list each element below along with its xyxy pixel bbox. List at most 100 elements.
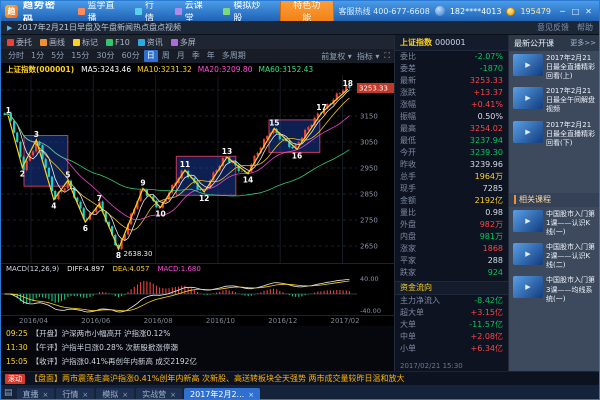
svg-text:15: 15 xyxy=(269,119,279,128)
flow-row-4: 中单+2.08亿 xyxy=(395,331,508,343)
bottom-tab-1[interactable]: 直播× xyxy=(17,388,55,400)
period-30分[interactable]: 30分 xyxy=(93,50,117,62)
user-avatar-icon[interactable] xyxy=(435,6,445,16)
svg-text:7: 7 xyxy=(97,194,102,203)
nav-item-4[interactable]: 模拟炒股 xyxy=(217,1,275,21)
nav-item-3[interactable]: 云课堂 xyxy=(169,1,218,21)
macd-diff: DIFF:4.897 xyxy=(67,265,104,273)
tab-close-icon[interactable]: × xyxy=(43,391,49,399)
quote-value: 3254.02 xyxy=(470,123,503,135)
tab-close-icon[interactable]: × xyxy=(170,391,176,399)
macd-chart[interactable]: 40.00-40.00 xyxy=(1,273,394,315)
home-icon[interactable]: ▤ xyxy=(4,388,13,398)
svg-text:2650: 2650 xyxy=(360,243,378,251)
macd-histogram[interactable]: 40.00-40.00 xyxy=(1,273,395,315)
quote-symbol-name: 上证指数 xyxy=(400,37,432,48)
nav-item-1[interactable]: 监学直播 xyxy=(72,1,130,21)
tab-close-icon[interactable]: × xyxy=(82,391,88,399)
period-60分[interactable]: 60分 xyxy=(119,50,143,62)
tab-close-icon[interactable]: × xyxy=(122,391,128,399)
quote-row-4: 涨跌+13.37 xyxy=(395,87,508,99)
latest-video-2[interactable]: ▶2017年2月21日最全午间解盘视频 xyxy=(509,84,600,117)
quote-label: 委比 xyxy=(400,51,416,63)
flow-value: +2.08亿 xyxy=(470,331,503,343)
news-time: 11:30 xyxy=(6,341,28,355)
minimize-icon[interactable]: ─ xyxy=(556,7,569,16)
play-icon: ▶ xyxy=(525,283,530,291)
related-video-2[interactable]: ▶中国股市入门第2课——认识K线(二) xyxy=(509,240,600,273)
app-logo-icon: 趋 xyxy=(5,5,18,18)
svg-text:11: 11 xyxy=(180,160,190,169)
tab-close-icon[interactable]: × xyxy=(248,391,254,399)
quote-header: 上证指数 000001 xyxy=(395,35,508,51)
flow-value: +3.15亿 xyxy=(470,307,503,319)
period-分时[interactable]: 分时 xyxy=(5,50,27,62)
latest-video-3[interactable]: ▶2017年2月21日最全直播精彩回看(下) xyxy=(509,118,600,151)
maximize-icon[interactable]: □ xyxy=(569,7,582,16)
subbar-link-2[interactable]: 帮助 xyxy=(577,22,593,33)
tool-label: 画线 xyxy=(49,37,65,48)
tool-1[interactable]: 委托 xyxy=(7,37,32,48)
period-多周期[interactable]: 多周期 xyxy=(219,50,249,62)
main-nav: 监学直播行情云课堂模拟炒股 xyxy=(72,1,275,21)
video-thumbnail: ▶ xyxy=(513,121,543,143)
close-icon[interactable]: ✕ xyxy=(582,7,595,16)
period-1分[interactable]: 1分 xyxy=(28,50,47,62)
period-toolbar: 分时1分5分15分30分60分日周月季年多周期 前复权 ▾ 指标 ▾ ⛶ xyxy=(1,49,394,63)
period-周[interactable]: 周 xyxy=(159,50,173,62)
subbar-link-1[interactable]: 意见反馈 xyxy=(537,22,569,33)
related-header: 相关课程 xyxy=(509,193,600,207)
quote-value: -2.07% xyxy=(475,51,503,63)
tool-2[interactable]: 画线 xyxy=(40,37,65,48)
username[interactable]: 182****4013 xyxy=(450,7,502,16)
related-video-3[interactable]: ▶中国股市入门第3课——均线系统(一) xyxy=(509,273,600,306)
tab-label: 行情 xyxy=(62,389,78,400)
svg-text:3050: 3050 xyxy=(360,139,378,147)
chart-control-1[interactable]: 前复权 ▾ xyxy=(321,51,352,62)
latest-video-1[interactable]: ▶2017年2月21日最全直播精彩回看(上) xyxy=(509,51,600,84)
macd-header: MACD(12,26,9) DIFF:4.897 DEA:4.057 MACD:… xyxy=(1,263,394,273)
news-text: 【收评】沪指涨0.41%再创年内新高 成交2192亿 xyxy=(32,355,197,369)
nav-item-2[interactable]: 行情 xyxy=(129,1,169,21)
legend-ma-2: MA10:3231.32 xyxy=(137,65,192,74)
bottom-tab-5[interactable]: 2017年2月2... × xyxy=(184,388,260,400)
quote-label: 最低 xyxy=(400,135,416,147)
news-time: 09:25 xyxy=(6,327,28,341)
period-日[interactable]: 日 xyxy=(144,50,158,62)
quote-value: 3253.33 xyxy=(470,75,503,87)
fullscreen-icon[interactable]: ⛶ xyxy=(384,51,390,61)
tool-3[interactable]: 标记 xyxy=(73,37,98,48)
tool-icon xyxy=(73,39,80,46)
chart-toolbar: 委托 画线标记 F10 资讯多屏 xyxy=(1,35,394,49)
tool-6[interactable]: 多屏 xyxy=(171,37,196,48)
tool-5[interactable]: 资讯 xyxy=(138,37,163,48)
date-tick: 2016/04 xyxy=(19,317,48,325)
quote-label: 现手 xyxy=(400,183,416,195)
bottom-tab-2[interactable]: 行情 × xyxy=(56,388,94,400)
period-15分[interactable]: 15分 xyxy=(68,50,92,62)
period-季[interactable]: 季 xyxy=(189,50,203,62)
related-video-1[interactable]: ▶中国股市入门第1课——认识K线(一) xyxy=(509,207,600,240)
quote-value: 3237.94 xyxy=(470,135,503,147)
period-年[interactable]: 年 xyxy=(204,50,218,62)
svg-text:9: 9 xyxy=(140,178,145,187)
quote-value: 1868 xyxy=(483,243,503,255)
bottom-tab-3[interactable]: 模拟× xyxy=(96,388,134,400)
chart-control-2[interactable]: 指标 ▾ xyxy=(357,51,380,62)
quote-value: -1870 xyxy=(480,63,503,75)
tab-label: 实战营 xyxy=(142,389,166,400)
price-chart[interactable]: 3250315030502950285027502650123456789101… xyxy=(1,75,394,263)
subbar-links: 意见反馈帮助 xyxy=(537,22,593,33)
period-5分[interactable]: 5分 xyxy=(48,50,67,62)
more-link[interactable]: 更多>> xyxy=(570,38,596,48)
tab-label: 2017年2月2... xyxy=(190,389,244,400)
news-item-1[interactable]: 09:25【开盘】沪深两市小幅高开 沪指涨0.12% xyxy=(6,327,389,341)
quote-row-11: 总手1964万 xyxy=(395,171,508,183)
period-月[interactable]: 月 xyxy=(174,50,188,62)
news-item-2[interactable]: 11:30【午评】沪指半日涨0.28% 次新股掀涨停潮 xyxy=(6,341,389,355)
news-item-3[interactable]: 15:05【收评】沪指涨0.41%再创年内新高 成交2192亿 xyxy=(6,355,389,369)
candlestick-chart[interactable]: 3250315030502950285027502650123456789101… xyxy=(1,75,395,263)
tool-4[interactable]: F10 xyxy=(106,38,130,47)
bottom-tab-4[interactable]: 实战营 × xyxy=(136,388,182,400)
quote-value: +13.37 xyxy=(473,87,503,99)
